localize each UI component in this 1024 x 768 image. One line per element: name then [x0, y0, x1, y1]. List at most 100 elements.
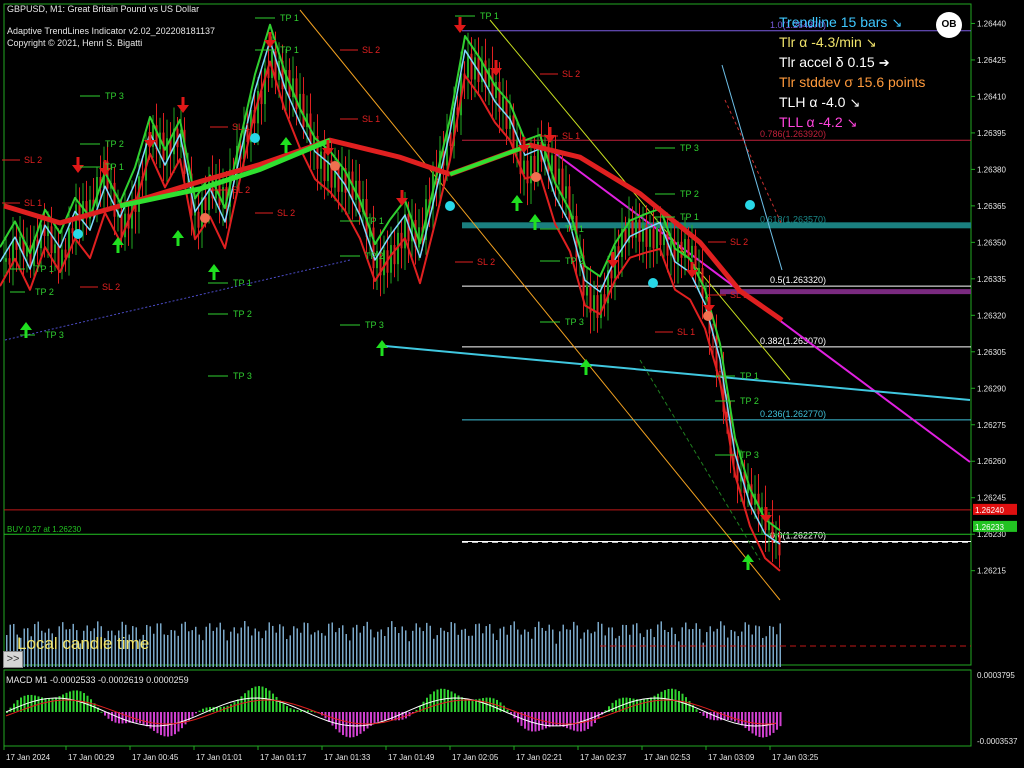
volume-bar: [468, 635, 470, 667]
volume-bar: [713, 631, 715, 667]
volume-bar: [503, 626, 505, 667]
candle-body: [656, 227, 658, 249]
y-tick-label: 1.26350: [977, 238, 1006, 247]
macd-bar: [426, 697, 428, 712]
volume-bar: [167, 635, 169, 667]
buy-arrow-icon: [284, 145, 288, 153]
macd-bar: [247, 690, 250, 712]
expand-button[interactable]: >>: [3, 651, 23, 668]
macd-bar: [195, 712, 197, 714]
volume-bar: [475, 624, 477, 667]
candle-body: [320, 151, 322, 169]
macd-bar: [464, 698, 467, 712]
macd-bar: [471, 699, 474, 712]
macd-bar: [625, 697, 628, 712]
candle-body: [470, 53, 473, 80]
volume-bar: [573, 621, 575, 667]
macd-bar: [342, 712, 344, 736]
y-tick-label: 1.26425: [977, 56, 1006, 65]
macd-bar: [569, 712, 572, 730]
macd-bar: [335, 712, 337, 730]
volume-bar: [412, 630, 414, 667]
macd-bar: [254, 686, 257, 712]
volume-bar: [489, 624, 491, 667]
sl-label: SL 2: [277, 208, 295, 218]
volume-bar: [478, 623, 480, 667]
y-tick-label: 1.26290: [977, 384, 1006, 393]
macd-y-tick-label: -0.0003537: [977, 737, 1018, 746]
macd-bar: [34, 695, 36, 712]
volume-bar: [433, 638, 435, 667]
sell-arrow-icon: [686, 270, 698, 278]
volume-bar: [209, 623, 211, 667]
info-panel-text: Tlr accel δ 0.15: [779, 54, 875, 70]
sl-label: SL 2: [562, 69, 580, 79]
volume-bar: [758, 626, 760, 667]
y-tick-label: 1.26335: [977, 275, 1006, 284]
macd-bar: [16, 700, 19, 712]
volume-bar: [408, 641, 410, 667]
tp-label: TP 1: [35, 264, 54, 274]
volume-bar: [772, 626, 774, 667]
tp-label: TP 2: [565, 256, 584, 266]
tp-label: TP 1: [233, 278, 252, 288]
candle-body: [610, 270, 613, 279]
volume-bar: [321, 633, 323, 667]
price-chart[interactable]: 1.26440 1.26425 1.26410 1.26395 1.26380 1.263…: [0, 0, 1024, 768]
tp-label: TP 3: [233, 371, 252, 381]
volume-bar: [660, 621, 662, 667]
volume-bar: [387, 627, 389, 667]
macd-bar: [191, 712, 194, 717]
sell-arrow-icon: [690, 262, 694, 270]
volume-bar: [695, 623, 697, 667]
volume-bar: [268, 622, 270, 667]
sl-label: SL 2: [102, 282, 120, 292]
candle-body: [698, 267, 700, 274]
macd-bar: [730, 712, 733, 721]
macd-bar: [272, 693, 274, 712]
price-tag-label: 1.26240: [975, 506, 1004, 515]
volume-bar: [608, 627, 610, 667]
macd-bar: [226, 705, 229, 712]
y-tick-label: 1.26440: [977, 19, 1006, 28]
x-tick-label: 17 Jan 01:49: [388, 753, 435, 762]
volume-bar: [454, 623, 456, 667]
candle-body: [8, 258, 11, 265]
tp-label: TP 1: [480, 11, 499, 21]
candle-body: [680, 241, 683, 258]
tp-label: TP 2: [35, 287, 54, 297]
volume-bar: [562, 624, 564, 667]
volume-bar: [776, 634, 778, 667]
volume-bar: [349, 640, 351, 667]
buy-arrow-icon: [212, 272, 216, 280]
candle-body: [778, 535, 781, 556]
volume-bar: [492, 633, 494, 667]
tp-label: TP 3: [740, 450, 759, 460]
volume-bar: [646, 629, 648, 667]
volume-bar: [352, 627, 354, 667]
volume-bar: [499, 628, 501, 667]
buy-arrow-icon: [376, 340, 388, 348]
logo-icon[interactable]: OB: [936, 12, 962, 38]
candle-body: [204, 197, 207, 211]
volume-bar: [188, 631, 190, 667]
volume-bar: [223, 629, 225, 667]
volume-bar: [569, 629, 571, 667]
ma-line-red: [0, 60, 781, 572]
macd-bar: [237, 699, 239, 712]
sl-label: SL 1: [730, 290, 748, 300]
volume-bar: [426, 622, 428, 667]
signal-dot: [330, 161, 340, 171]
candle-body: [635, 219, 637, 238]
signal-dot: [703, 311, 713, 321]
macd-bar: [422, 701, 425, 712]
signal-dot: [745, 200, 755, 210]
indicator-title: Adaptive TrendLines Indicator v2.02_2022…: [7, 26, 215, 36]
signal-dot: [445, 201, 455, 211]
volume-bar: [744, 622, 746, 667]
macd-bar: [142, 712, 145, 725]
signal-dot: [531, 172, 541, 182]
buy-arrow-icon: [172, 230, 184, 238]
macd-bar: [650, 697, 652, 712]
volume-bar: [282, 626, 284, 667]
